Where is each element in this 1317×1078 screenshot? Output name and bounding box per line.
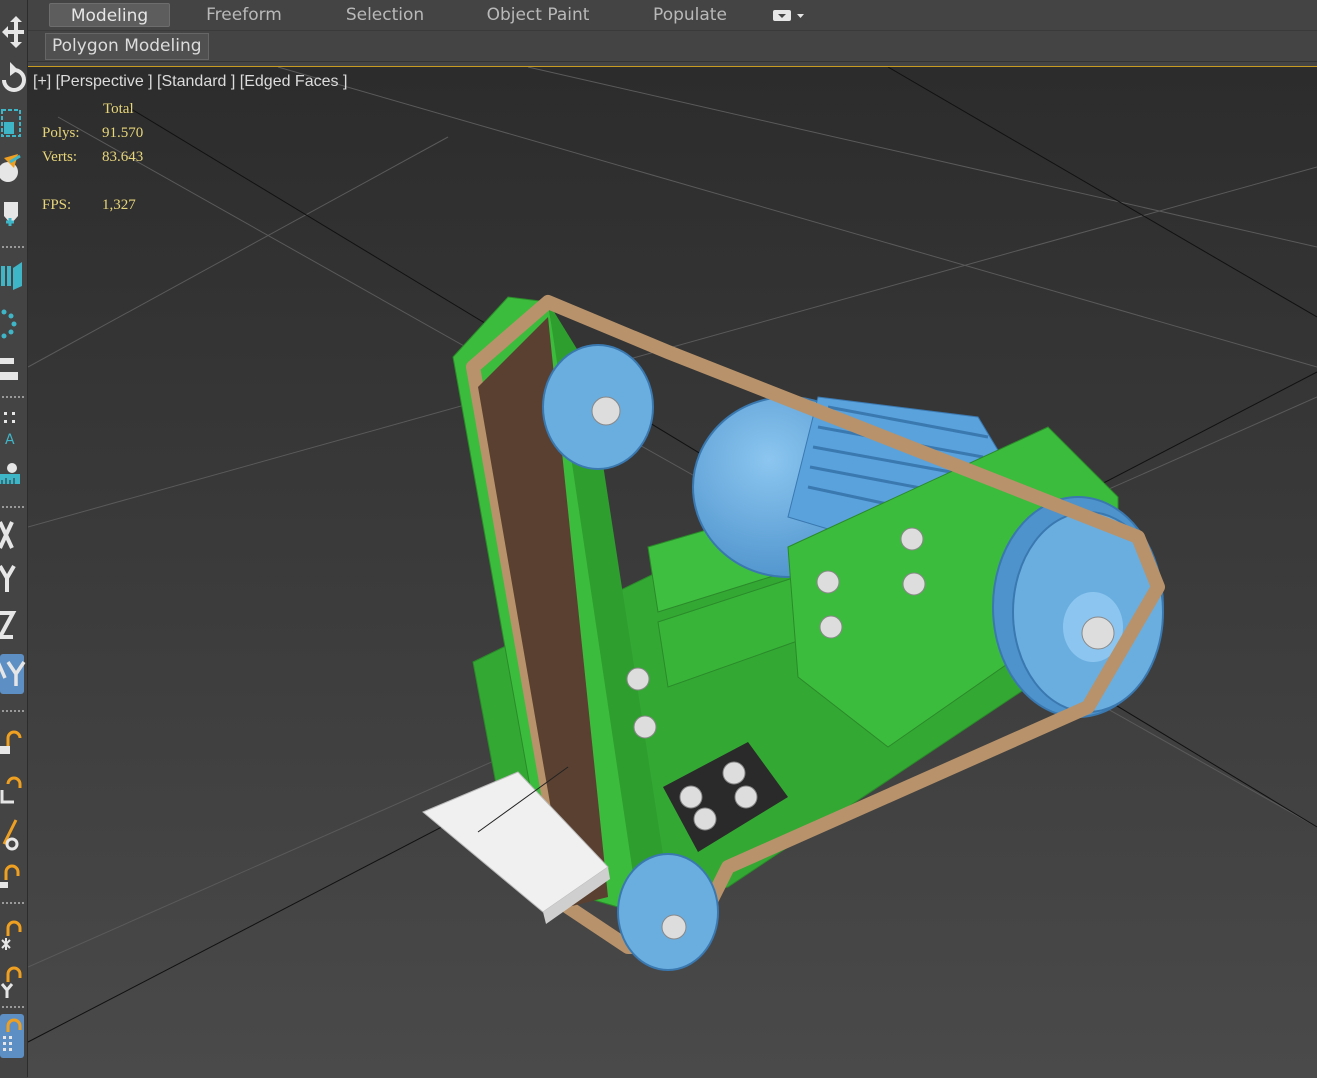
move-icon[interactable] [0,14,26,50]
bone-link-icon[interactable] [0,914,26,954]
measure-icon[interactable] [0,456,26,492]
toolbar-separator [2,710,24,712]
unlink-icon[interactable] [0,766,26,806]
viewport-scene[interactable] [28,67,1317,1078]
ribbon-panel-bar: Polygon Modeling [0,31,1317,62]
stats-fps-label: FPS: [42,197,72,213]
stats-verts-label: Verts: [42,149,77,165]
viewport-label[interactable]: [+] [Perspective ] [Standard ] [Edged Fa… [33,73,347,91]
toolbar-separator [2,902,24,904]
select-place-icon[interactable] [0,150,26,190]
stats-polys-value: 91.570 [102,125,144,141]
perspective-viewport[interactable]: [+] [Perspective ] [Standard ] [Edged Fa… [28,66,1317,1078]
align-icon[interactable] [0,352,26,388]
toolbar-separator [2,246,24,248]
place-object-icon[interactable] [0,196,26,234]
axis-z-icon[interactable] [0,608,26,642]
main-toolbar: A [0,0,28,1077]
scale-icon[interactable] [0,104,26,142]
tab-selection[interactable]: Selection [330,3,440,27]
axis-xy-icon[interactable] [0,654,26,694]
polygon-modeling-tab[interactable]: Polygon Modeling [45,33,209,60]
tab-populate[interactable]: Populate [640,3,740,27]
stats-fps-value: 1,327 [102,197,136,213]
toolbar-separator [2,506,24,508]
mirror-icon[interactable] [0,258,26,294]
svg-text:A: A [5,432,15,448]
snap-spacing-icon[interactable]: A [0,408,26,448]
stats-polys-label: Polys: [42,125,80,141]
grid-snap-icon[interactable] [0,1014,26,1062]
tab-modeling[interactable]: Modeling [49,3,170,27]
link-icon[interactable] [0,722,26,758]
stats-total-label: Total [103,101,134,117]
toolbar-separator [2,1006,24,1008]
light-link-icon[interactable] [0,960,26,1000]
rotate-icon[interactable] [0,58,26,98]
stats-verts-value: 83.643 [102,149,144,165]
axis-x-icon[interactable] [0,518,26,552]
tab-freeform[interactable]: Freeform [189,3,299,27]
bind-space-warp-icon[interactable] [0,814,26,854]
axis-y-icon[interactable] [0,562,26,596]
toolbar-separator [2,396,24,398]
array-icon[interactable] [0,304,26,344]
tab-object-paint[interactable]: Object Paint [478,3,598,27]
ribbon: Modeling Freeform Selection Object Paint… [0,0,1317,31]
display-dropdown-icon[interactable] [772,8,806,22]
hierarchy-link-icon[interactable] [0,858,26,892]
